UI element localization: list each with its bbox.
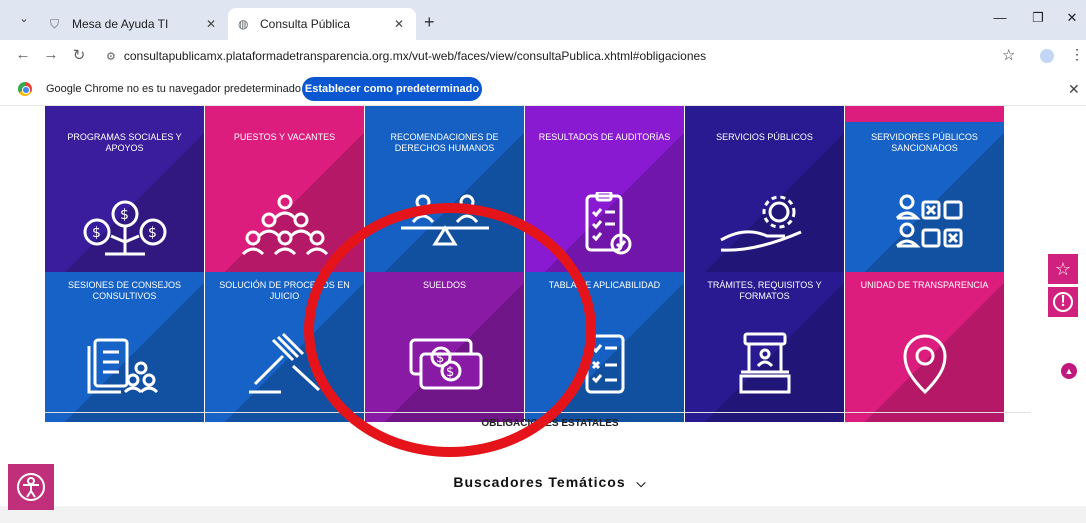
tab-label: Consulta Pública bbox=[260, 17, 351, 31]
prev-row-tile-6[interactable] bbox=[845, 106, 1004, 122]
tab-consulta-publica[interactable]: ◍ Consulta Pública ✕ bbox=[228, 8, 416, 40]
tile-label: Puestos y vacantes bbox=[233, 132, 336, 142]
tile-sesiones-consejos[interactable]: Sesiones de consejos consultivos bbox=[45, 272, 204, 422]
default-browser-infobar: Google Chrome no es tu navegador predete… bbox=[0, 72, 1086, 106]
bookmark-star-icon[interactable]: ☆ bbox=[1002, 46, 1015, 64]
tab-search-chevron-icon[interactable]: ⌄ bbox=[14, 12, 34, 30]
window-close-icon[interactable]: ✕ bbox=[1062, 10, 1082, 26]
tile-programas-sociales[interactable]: Programas sociales y apoyos $ $ $ bbox=[45, 122, 204, 272]
red-annotation-circle bbox=[304, 203, 596, 457]
tile-label: Servicios públicos bbox=[716, 132, 813, 142]
alert-button[interactable]: ! bbox=[1048, 287, 1078, 317]
accessibility-icon bbox=[17, 473, 45, 501]
page-content: Programas sociales y apoyos $ $ $ Puesto… bbox=[0, 106, 1086, 523]
clipboard-check-icon bbox=[585, 192, 632, 255]
people-group-icon bbox=[241, 194, 329, 256]
browser-tab-strip: ⌄ ⛉ Mesa de Ayuda TI ✕ ◍ Consulta Públic… bbox=[0, 0, 1086, 40]
hand-gear-icon bbox=[720, 195, 802, 252]
buscadores-tematicos-toggle[interactable]: Buscadores Temáticos ⌵ bbox=[0, 474, 1086, 491]
restore-icon[interactable]: ❐ bbox=[1028, 10, 1048, 26]
tile-label: Programas sociales y apoyos bbox=[67, 132, 182, 153]
set-default-button[interactable]: Establecer como predeterminado bbox=[302, 77, 482, 101]
tab-mesa-de-ayuda[interactable]: ⛉ Mesa de Ayuda TI ✕ bbox=[40, 8, 228, 40]
shield-icon: ⛉ bbox=[50, 16, 60, 31]
alert-icon: ! bbox=[1053, 292, 1073, 312]
site-settings-icon[interactable]: ⚙ bbox=[106, 50, 116, 63]
star-icon: ☆ bbox=[1054, 258, 1072, 279]
svg-text:$: $ bbox=[148, 225, 157, 241]
tile-label: Recomendaciones de derechos humanos bbox=[390, 132, 499, 153]
chrome-logo-icon bbox=[18, 82, 32, 96]
footer-band bbox=[0, 506, 1086, 523]
prev-row-tile-1[interactable] bbox=[45, 106, 204, 122]
browser-toolbar: ← → ↻ ⚙ consultapublicamx.plataformadetr… bbox=[0, 40, 1086, 72]
globe-icon: ◍ bbox=[238, 17, 249, 31]
close-tab-icon[interactable]: ✕ bbox=[204, 17, 218, 31]
chevron-down-icon: ⌵ bbox=[636, 476, 647, 490]
infobar-message: Google Chrome no es tu navegador predete… bbox=[46, 83, 301, 95]
tile-label: Unidad de transparencia bbox=[860, 280, 989, 290]
address-bar[interactable]: ⚙ consultapublicamx.plataformadetranspar… bbox=[100, 44, 1020, 68]
close-tab-icon[interactable]: ✕ bbox=[392, 17, 406, 31]
tile-servidores-sancionados[interactable]: Servidores públicos sancionados bbox=[845, 122, 1004, 272]
tile-label: Trámites, requisitos y formatos bbox=[707, 280, 822, 301]
infobar-close-icon[interactable]: ✕ bbox=[1068, 81, 1080, 98]
location-pin-icon bbox=[903, 334, 947, 395]
tab-label: Mesa de Ayuda TI bbox=[72, 17, 169, 31]
new-tab-icon[interactable]: + bbox=[424, 12, 435, 33]
chevron-up-icon: ▲ bbox=[1064, 366, 1074, 376]
prev-row-tile-2[interactable] bbox=[205, 106, 364, 122]
prev-row-tile-4[interactable] bbox=[525, 106, 684, 122]
url-text: consultapublicamx.plataformadetransparen… bbox=[123, 49, 707, 63]
tile-servicios-publicos[interactable]: Servicios públicos bbox=[685, 122, 844, 272]
prev-row-tile-3[interactable] bbox=[365, 106, 524, 122]
tile-label: Sesiones de consejos consultivos bbox=[67, 280, 182, 301]
svg-text:$: $ bbox=[120, 207, 129, 223]
reload-icon[interactable]: ↻ bbox=[70, 46, 88, 64]
svg-text:$: $ bbox=[92, 225, 101, 241]
scroll-top-button[interactable]: ▲ bbox=[1061, 363, 1077, 379]
profile-avatar[interactable] bbox=[1040, 49, 1054, 63]
minimize-icon[interactable]: — bbox=[990, 10, 1010, 25]
tile-label: Resultados de auditorías bbox=[538, 132, 671, 142]
buscadores-label: Buscadores Temáticos bbox=[453, 474, 626, 490]
tile-unidad-transparencia[interactable]: Unidad de transparencia bbox=[845, 272, 1004, 422]
documents-people-icon bbox=[87, 338, 159, 394]
forward-icon[interactable]: → bbox=[42, 46, 60, 63]
accessibility-button[interactable] bbox=[8, 464, 54, 510]
tile-tramites-requisitos[interactable]: Trámites, requisitos y formatos bbox=[685, 272, 844, 422]
tile-label: Servidores públicos sancionados bbox=[871, 132, 978, 153]
menu-kebab-icon[interactable]: ⋮ bbox=[1070, 46, 1084, 63]
favorite-star-button[interactable]: ☆ bbox=[1048, 254, 1078, 284]
people-boxes-icon bbox=[895, 194, 963, 248]
kiosk-icon bbox=[739, 332, 791, 394]
money-tree-icon: $ $ $ bbox=[83, 200, 167, 256]
prev-row-tile-5[interactable] bbox=[685, 106, 844, 122]
back-icon[interactable]: ← bbox=[14, 46, 32, 63]
